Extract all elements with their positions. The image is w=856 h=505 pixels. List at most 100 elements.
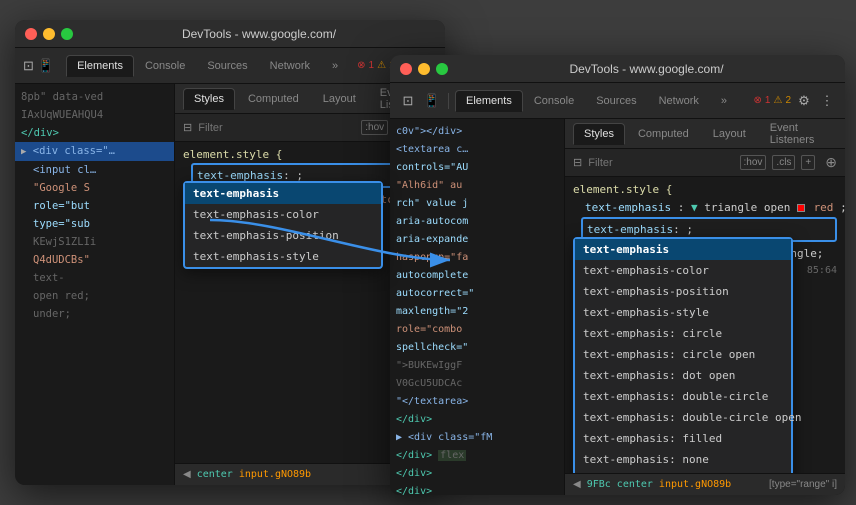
autocomplete-item-2[interactable]: text-emphasis: circle [575,323,791,344]
tab-more-1[interactable]: » [321,55,349,77]
tab-sources-1[interactable]: Sources [196,55,258,77]
menu-icon-2[interactable]: ⋮ [817,91,837,111]
elem-line-selected[interactable]: ▶ <div class="… [15,142,174,161]
tab-sources-2[interactable]: Sources [585,90,647,112]
autocomplete-item-2[interactable]: text-emphasis: none [575,449,791,470]
filter-input-2[interactable] [588,157,733,169]
editing-line-2: text-emphasis : ; [587,221,807,238]
css-val-triangle: triangle open [704,201,797,214]
elem-line: aria-autocom [390,213,564,231]
elem-line: <input cl… [15,161,174,179]
elem-line: autocorrect=" [390,285,564,303]
device-icon[interactable]: 📱 [38,56,54,76]
elem-line: role="but [15,197,174,215]
tab-styles-1[interactable]: Styles [183,88,235,110]
settings-icon-2[interactable]: ⚙ [794,91,814,111]
elem-line: haspopup="fa [390,249,564,267]
autocomplete-item-2[interactable]: text-emphasis: double-circle [575,386,791,407]
autocomplete-item[interactable]: text-emphasis-style [185,246,381,267]
inspect-icon-2[interactable]: ⊡ [398,91,418,111]
autocomplete-item-2[interactable]: text-emphasis: filled [575,428,791,449]
tab-more-2[interactable]: » [710,90,738,112]
tab-computed-2[interactable]: Computed [627,123,700,145]
tab-elements-2[interactable]: Elements [455,90,523,112]
cls-button-2[interactable]: .cls [772,155,795,170]
tab-layout-1[interactable]: Layout [312,88,367,110]
elem-line: </div> [390,483,564,495]
css-emphasis-mark: ▼ [691,201,704,214]
elem-line: aria-expande [390,231,564,249]
tab-layout-2[interactable]: Layout [702,123,757,145]
color-swatch-red[interactable] [797,204,805,212]
warn-icon-2: ⚠ [773,95,782,106]
hov-button-1[interactable]: :hov [361,120,388,135]
tab-network-2[interactable]: Network [648,90,710,112]
elem-line: role="combo [390,321,564,339]
bottom-tag-input-2: input.gNO89b [659,479,731,490]
elem-line: c0v"></div> [390,123,564,141]
elem-line: V0GcU5UDCAc [390,375,564,393]
line-number-2: 85:64 [807,262,837,279]
window-title-2: DevTools - www.google.com/ [458,62,835,76]
minimize-button-2[interactable] [418,63,430,75]
tab-console-1[interactable]: Console [134,55,196,77]
autocomplete-item-2[interactable]: text-emphasis-position [575,281,791,302]
autocomplete-item-2[interactable]: text-emphasis: dot open [575,365,791,386]
bottom-extra: [type="range" i] [769,479,837,490]
autocomplete-item[interactable]: text-emphasis-position [185,225,381,246]
tab-elements-1[interactable]: Elements [66,55,134,77]
autocomplete-popup-1: text-emphasis text-emphasis-color text-e… [183,181,383,269]
autocomplete-item-2[interactable]: text-emphasis: circle open [575,344,791,365]
tab-styles-2[interactable]: Styles [573,123,625,145]
desktop: DevTools - www.google.com/ ⊡ 📱 Elements … [0,0,856,505]
css-prop-emphasis: text-emphasis [585,201,671,214]
autocomplete-item[interactable]: text-emphasis [185,183,381,204]
close-button-2[interactable] [400,63,412,75]
elem-line: under; [15,305,174,323]
warn-icon-1: ⚠ [377,60,386,71]
styles-panel-2: Styles Computed Layout Event Listeners ⊟… [565,119,845,495]
editing-prop-2: text-emphasis [587,221,673,238]
main-tabs-2: Elements Console Sources Network » [455,90,738,112]
elem-line: </div> [390,465,564,483]
autocomplete-item-2[interactable]: text-emphasis [575,239,791,260]
sidebar-toggle-2[interactable]: ⊕ [825,154,837,171]
close-button-1[interactable] [25,28,37,40]
autocomplete-item-2[interactable]: text-emphasis-style [575,302,791,323]
traffic-lights-1 [25,28,73,40]
bottom-tag-center-2: center [617,479,653,490]
elem-line: <textarea c… [390,141,564,159]
titlebar-2: DevTools - www.google.com/ [390,55,845,83]
elem-line: autocomplete [390,267,564,285]
tab-event-listeners-2[interactable]: Event Listeners [759,119,837,151]
filter-icon-1: ⊟ [183,121,192,134]
filter-input-1[interactable] [198,122,355,134]
tab-computed-1[interactable]: Computed [237,88,310,110]
toolbar-sep-2 [448,93,449,109]
elem-line: </div> [390,411,564,429]
maximize-button-1[interactable] [61,28,73,40]
elem-line: text- [15,269,174,287]
css-semicolon: ; [840,201,845,214]
add-rule-button-2[interactable]: + [801,155,815,170]
minimize-button-1[interactable] [43,28,55,40]
elem-line: </div> flex [390,447,564,465]
autocomplete-item-2[interactable]: text-emphasis: double-circle open [575,407,791,428]
elem-line: ">BUKEwIggF [390,357,564,375]
toolbar-1: ⊡ 📱 Elements Console Sources Network » ⊗… [15,48,445,84]
bottom-arrow-1: ◀ [183,469,191,480]
warn-count-2: 2 [785,95,791,106]
autocomplete-item-2[interactable]: text-emphasis: open [575,470,791,473]
hov-button-2[interactable]: :hov [740,155,767,170]
device-icon-2[interactable]: 📱 [422,91,442,111]
tab-network-1[interactable]: Network [259,55,321,77]
devtools-window-1: DevTools - www.google.com/ ⊡ 📱 Elements … [15,20,445,485]
elem-line: 8pb" data-ved [15,88,174,106]
autocomplete-item[interactable]: text-emphasis-color [185,204,381,225]
elements-tree-1: 8pb" data-ved IAxUqWUEAHQU4 </div> ▶ <di… [15,84,175,485]
maximize-button-2[interactable] [436,63,448,75]
tab-console-2[interactable]: Console [523,90,585,112]
autocomplete-item-2[interactable]: text-emphasis-color [575,260,791,281]
bottom-arrow-2: ◀ [573,479,581,490]
inspect-icon[interactable]: ⊡ [23,56,34,76]
